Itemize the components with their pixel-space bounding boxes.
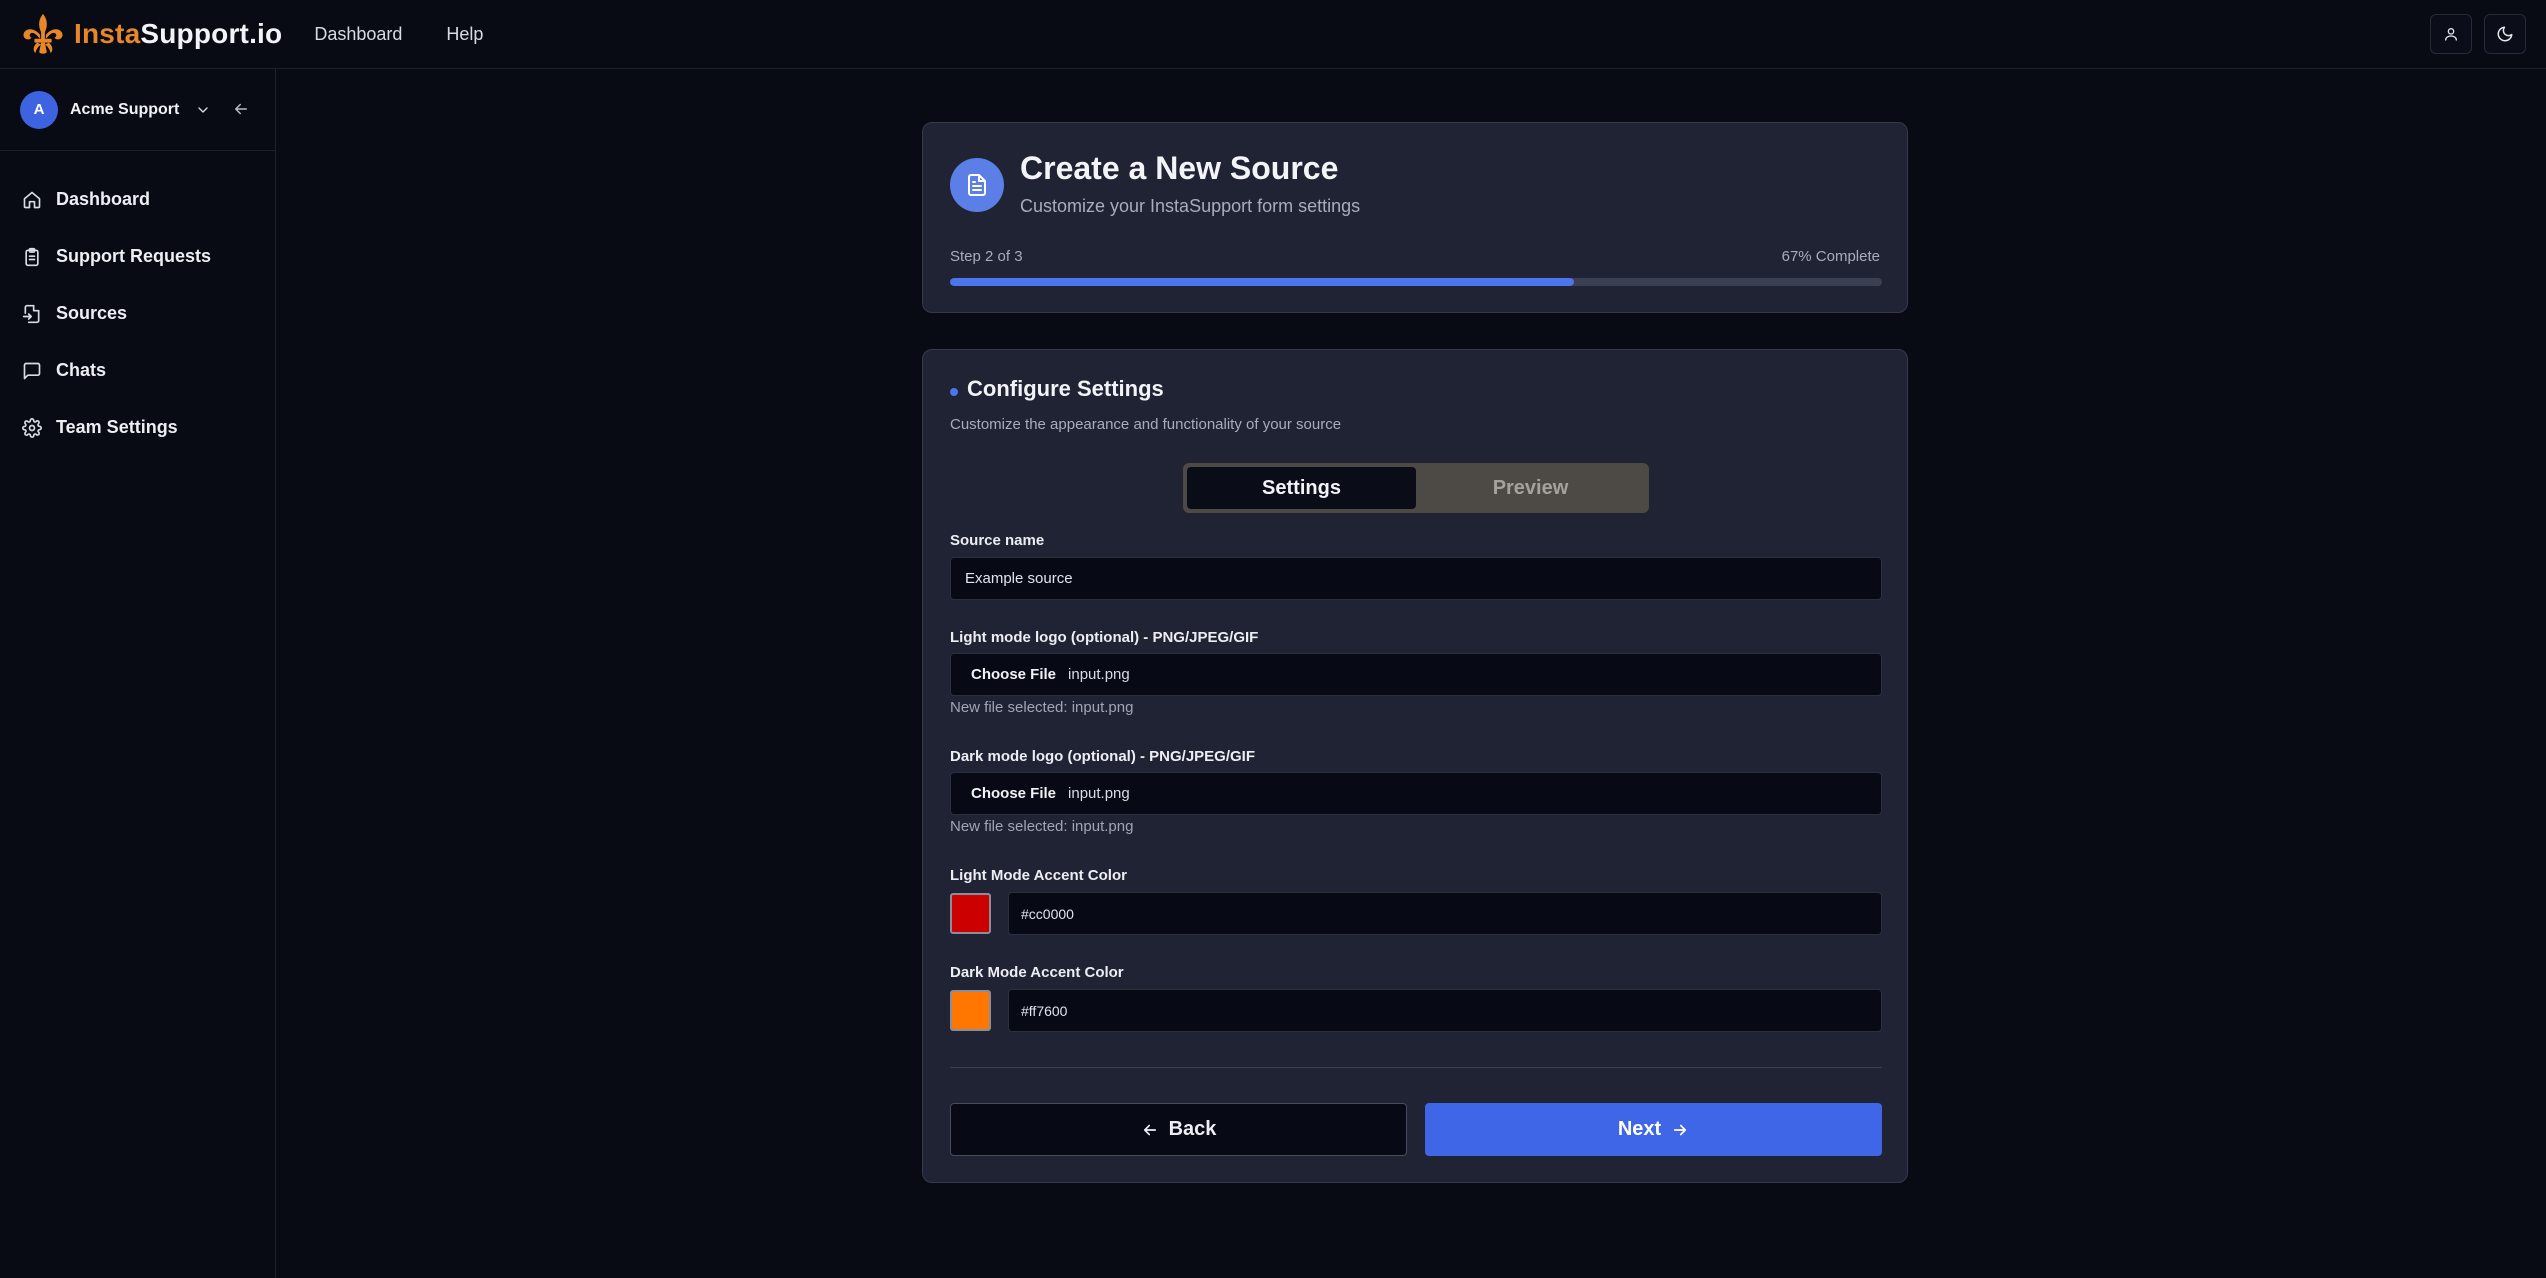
dark-logo-file-name: input.png [1068, 785, 1130, 802]
light-accent-color-label: Light Mode Accent Color [950, 867, 1127, 884]
org-switcher[interactable]: A Acme Support [0, 69, 275, 151]
brand-name-part1: Insta [74, 18, 141, 49]
dark-logo-selected-hint: New file selected: input.png [950, 818, 1134, 835]
light-logo-selected-hint: New file selected: input.png [950, 699, 1134, 716]
tab-preview[interactable]: Preview [1416, 467, 1645, 509]
top-nav-help[interactable]: Help [446, 24, 483, 45]
progress-bar-fill [950, 278, 1575, 286]
theme-toggle-button[interactable] [2484, 14, 2526, 54]
dark-accent-color-value: #ff7600 [1021, 1002, 1068, 1019]
arrow-right-icon [1674, 1124, 1687, 1135]
file-import-icon [22, 304, 40, 323]
dark-logo-choose-file-button[interactable]: Choose File [971, 785, 1056, 802]
sidebar-item-label: Sources [56, 303, 128, 323]
dark-logo-file-input[interactable]: Choose File input.png [950, 772, 1882, 815]
org-name: Acme Support [70, 100, 180, 118]
gear-icon [22, 417, 42, 438]
light-logo-choose-file-button[interactable]: Choose File [971, 666, 1056, 683]
settings-preview-tabs: Settings Preview [1183, 463, 1649, 513]
wizard-header-card: Create a New Source Customize your Insta… [922, 122, 1908, 313]
percent-complete: 67% Complete [1781, 248, 1880, 265]
top-nav-dashboard[interactable]: Dashboard [314, 24, 402, 45]
arrow-left-icon [1143, 1124, 1156, 1135]
section-bullet-dot [950, 388, 958, 396]
form-divider [950, 1067, 1882, 1068]
progress-bar [950, 278, 1882, 286]
clipboard-icon [25, 247, 39, 266]
light-logo-file-name: input.png [1068, 666, 1130, 683]
top-bar: InstaSupport.io Dashboard Help [0, 0, 2546, 69]
sidebar-item-label: Support Requests [56, 246, 212, 266]
settings-form-card: Configure Settings Customize the appeara… [922, 349, 1908, 1183]
tab-settings[interactable]: Settings [1187, 467, 1416, 509]
sidebar-item-label: Chats [56, 360, 107, 380]
brand-name: InstaSupport.io [74, 18, 282, 50]
fleur-de-lis-logo-icon [23, 13, 63, 54]
back-button-label: Back [1168, 1118, 1217, 1140]
sidebar-item-support-requests[interactable]: Support Requests [0, 228, 275, 285]
top-nav: Dashboard Help [314, 24, 483, 45]
chat-bubble-icon [23, 362, 41, 379]
source-name-label: Source name [950, 532, 1045, 549]
back-button[interactable]: Back [950, 1103, 1407, 1156]
brand[interactable]: InstaSupport.io [20, 11, 282, 57]
sidebar-item-team-settings[interactable]: Team Settings [0, 399, 275, 456]
dark-accent-color-label: Dark Mode Accent Color [950, 964, 1124, 981]
moon-icon [2497, 26, 2513, 42]
sidebar-item-sources[interactable]: Sources [0, 285, 275, 342]
light-logo-file-input[interactable]: Choose File input.png [950, 653, 1882, 696]
chevron-down-icon[interactable] [195, 102, 211, 118]
top-actions [2430, 14, 2526, 54]
sidebar: A Acme Support Dashboard Support Request… [0, 69, 276, 1278]
next-button-label: Next [1617, 1118, 1662, 1140]
sidebar-item-dashboard[interactable]: Dashboard [0, 171, 275, 228]
home-icon [23, 191, 41, 208]
step-indicator: Step 2 of 3 [950, 248, 1023, 265]
source-name-value: Example source [965, 570, 1073, 587]
dark-accent-color-input[interactable]: #ff7600 [1008, 989, 1882, 1032]
page-subtitle: Customize your InstaSupport form setting… [1020, 196, 1361, 216]
sidebar-item-label: Dashboard [56, 189, 151, 209]
collapse-sidebar-arrow-left-icon[interactable] [232, 100, 250, 118]
dark-accent-color-swatch[interactable] [950, 990, 991, 1031]
section-subtitle: Customize the appearance and functionali… [950, 416, 1342, 433]
section-title: Configure Settings [967, 376, 1164, 401]
brand-name-part2: Support.io [140, 18, 283, 49]
page-title: Create a New Source [1020, 150, 1339, 186]
user-menu-button[interactable] [2430, 14, 2472, 54]
user-icon [2445, 28, 2457, 41]
next-button[interactable]: Next [1425, 1103, 1882, 1156]
light-accent-color-value: #cc0000 [1021, 905, 1074, 922]
org-avatar: A [20, 90, 58, 129]
dark-logo-label: Dark mode logo (optional) - PNG/JPEG/GIF [950, 748, 1256, 765]
sidebar-item-label: Team Settings [56, 417, 178, 437]
sidebar-nav: Dashboard Support Requests Sources Chats… [0, 151, 275, 456]
light-accent-color-input[interactable]: #cc0000 [1008, 892, 1882, 935]
source-name-input[interactable]: Example source [950, 557, 1882, 600]
light-logo-label: Light mode logo (optional) - PNG/JPEG/GI… [950, 629, 1259, 646]
light-accent-color-swatch[interactable] [950, 893, 991, 934]
document-icon [950, 158, 1004, 212]
sidebar-item-chats[interactable]: Chats [0, 342, 275, 399]
